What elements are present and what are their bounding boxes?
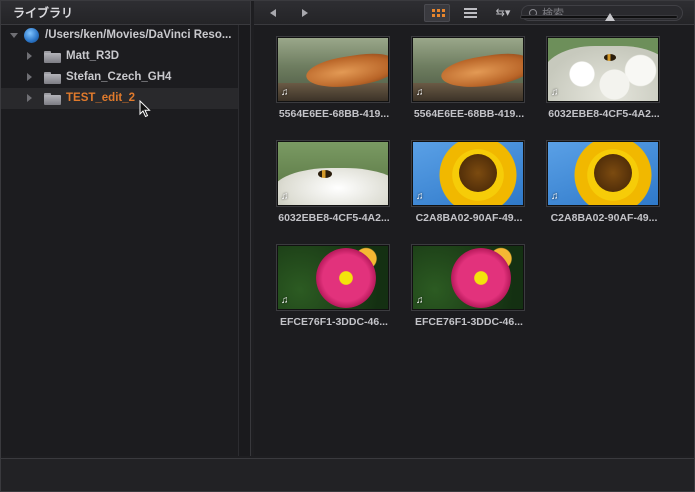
clip-item[interactable]: ♫ 5564E6EE-68BB-419... [409,37,529,127]
clip-name: EFCE76F1-3DDC-46... [415,316,523,328]
browser-toolbar: ⇆▾ [254,1,694,25]
slider-thumb[interactable] [605,13,615,21]
folder-icon [44,93,61,105]
clip-name: 5564E6EE-68BB-419... [278,108,390,120]
clip-browser-panel: ⇆▾ ♫ 5564E6EE-68BB-419... ♫ 5564E6EE-68B… [254,1,694,456]
tree-item-label: Matt_R3D [66,50,120,62]
clip-name: 6032EBE8-4CF5-4A2... [548,108,660,120]
clip-item[interactable]: ♫ 6032EBE8-4CF5-4A2... [274,141,394,231]
tree-item-label: Stefan_Czech_GH4 [66,71,172,83]
clip-thumbnail[interactable]: ♫ [277,37,389,102]
clip-thumbnail[interactable]: ♫ [277,141,389,206]
sort-options-button[interactable]: ⇆▾ [490,4,516,22]
audio-note-icon: ♫ [416,295,424,306]
list-view-button[interactable] [460,4,480,22]
globe-icon [24,28,39,43]
sort-options-icon: ⇆▾ [495,7,511,19]
audio-note-icon: ♫ [281,87,289,98]
tree-item-label: /Users/ken/Movies/DaVinci Reso... [45,29,232,41]
audio-note-icon: ♫ [416,191,424,202]
chevron-left-icon[interactable] [270,9,276,17]
browser-footer [1,458,694,491]
clip-item[interactable]: ♫ EFCE76F1-3DDC-46... [409,245,529,335]
audio-note-icon: ♫ [551,191,559,202]
library-panel: ライブラリ /Users/ken/Movies/DaVinci Reso... … [1,1,251,456]
folder-icon [44,72,61,84]
clip-thumbnail[interactable]: ♫ [547,141,659,206]
mouse-cursor-icon [139,100,151,118]
clip-name: C2A8BA02-90AF-49... [415,212,523,224]
chevron-right-icon[interactable] [27,94,32,102]
clip-name: EFCE76F1-3DDC-46... [280,316,388,328]
clip-name: 5564E6EE-68BB-419... [413,108,525,120]
clip-thumbnail[interactable]: ♫ [412,245,524,310]
clip-thumbnail[interactable]: ♫ [277,245,389,310]
library-scrollbar[interactable] [238,25,250,456]
tree-item-root[interactable]: /Users/ken/Movies/DaVinci Reso... [1,25,239,46]
clip-thumbnail[interactable]: ♫ [412,37,524,102]
list-view-icon [464,8,477,18]
library-header: ライブラリ [1,1,250,25]
audio-note-icon: ♫ [281,295,289,306]
audio-note-icon: ♫ [281,191,289,202]
grid-view-button[interactable] [424,4,450,22]
chevron-right-icon[interactable] [302,9,308,17]
library-tree: /Users/ken/Movies/DaVinci Reso... Matt_R… [1,25,239,109]
clip-thumbnail[interactable]: ♫ [412,141,524,206]
clip-item[interactable]: ♫ 5564E6EE-68BB-419... [274,37,394,127]
clip-item[interactable]: ♫ EFCE76F1-3DDC-46... [274,245,394,335]
tree-item-label: TEST_edit_2 [66,92,136,104]
clip-thumbnail[interactable]: ♫ [547,37,659,102]
grid-view-icon [432,9,445,18]
tree-item-test-edit-2[interactable]: TEST_edit_2 [1,88,239,109]
thumbnail-zoom-slider[interactable] [520,15,678,19]
chevron-right-icon[interactable] [27,73,32,81]
clip-name: 6032EBE8-4CF5-4A2... [278,212,390,224]
clip-grid: ♫ 5564E6EE-68BB-419... ♫ 5564E6EE-68BB-4… [254,25,694,456]
folder-icon [44,51,61,63]
clip-item[interactable]: ♫ C2A8BA02-90AF-49... [544,141,664,231]
tree-item-stefan-czech-gh4[interactable]: Stefan_Czech_GH4 [1,67,239,88]
clip-item[interactable]: ♫ 6032EBE8-4CF5-4A2... [544,37,664,127]
tree-item-matt-r3d[interactable]: Matt_R3D [1,46,239,67]
clip-item[interactable]: ♫ C2A8BA02-90AF-49... [409,141,529,231]
audio-note-icon: ♫ [551,87,559,98]
chevron-right-icon[interactable] [27,52,32,60]
clip-name: C2A8BA02-90AF-49... [550,212,658,224]
chevron-down-icon[interactable] [10,33,18,38]
audio-note-icon: ♫ [416,87,424,98]
